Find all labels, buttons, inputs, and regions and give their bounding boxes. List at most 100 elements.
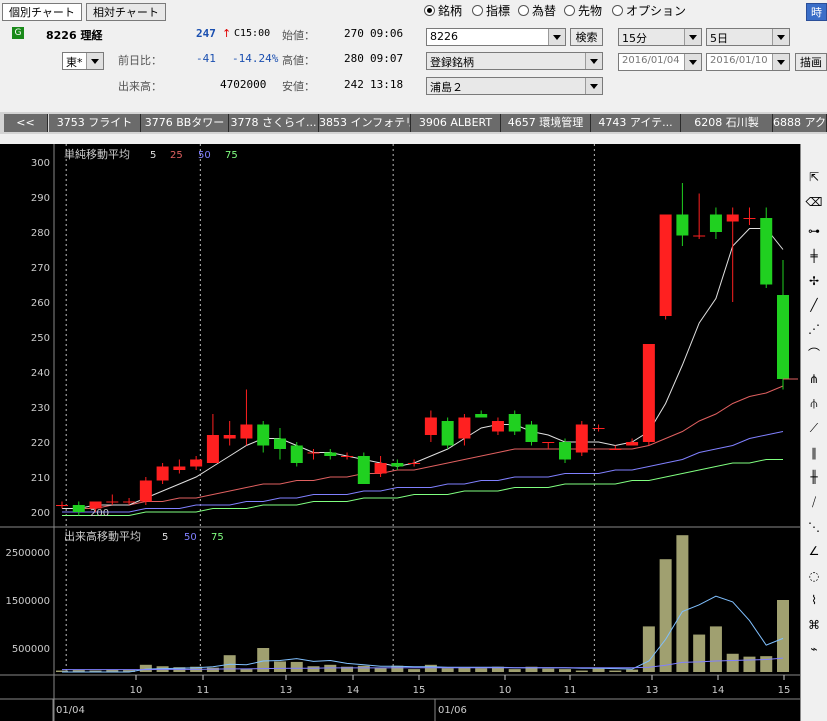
date-to-input[interactable]: 2016/01/10 [706,53,790,71]
harmonic-icon[interactable]: ⌘ [805,616,823,634]
x-tick-label: 15 [413,685,426,696]
ma-legend-label: 25 [170,150,183,161]
price-tick-label: 200 [31,508,50,519]
candle-body [273,438,286,449]
candle-body [458,417,471,439]
candle-body [626,442,639,446]
chevron-down-icon [585,53,602,69]
arc-icon[interactable]: ⌒ [805,345,823,363]
stock-tab[interactable]: 3776 BBタワー [141,114,229,132]
volume-bar [592,668,605,672]
date-from-input[interactable]: 2016/01/04 [618,53,702,71]
candle-body [72,505,85,512]
fan-icon[interactable]: ⋰ [805,320,823,338]
code-input[interactable]: 8226 [426,28,566,46]
candle-body [777,295,789,379]
candle-body [391,463,404,467]
cross-icon[interactable]: ✢ [805,272,823,290]
candle-body [676,214,689,236]
stock-tab[interactable]: 3753 フライト [49,114,141,132]
volume-bar [760,656,773,672]
price-tick-label: 250 [31,333,50,344]
stock-tab[interactable]: 3853 インフォテリ [319,114,411,132]
gann-icon[interactable]: ⟋ [805,419,823,437]
cursor-icon[interactable]: ⇱ [805,168,823,186]
candle-body [56,505,68,506]
volume-bar [458,667,471,672]
cycle-icon[interactable]: ◌ [805,567,823,585]
high-value: 280 [344,52,364,65]
candle-body [290,445,303,463]
current-price: 247 [196,27,216,40]
period-select[interactable]: 5日 [706,28,790,46]
chart-area[interactable]: 200 210 220 230 240 250 260 270 280 290 300 単純移動平均 5… [0,144,800,721]
date-label: 01/04 [56,705,85,716]
gann-fan-icon[interactable]: ⋱ [805,518,823,536]
volume-bar [273,661,286,672]
radio-forex[interactable]: 為替 [518,2,556,18]
chevron-down-icon [772,54,789,70]
pitchfork-icon[interactable]: ⫛ [805,394,823,412]
candle-body [559,442,572,460]
volume-bar [743,656,756,672]
x-tick-label: 13 [646,685,659,696]
exchange-select[interactable]: 東* [62,52,104,70]
candle-body [475,414,488,418]
stock-tab[interactable]: 6888 アク [773,114,827,132]
vline-icon[interactable]: ╪ [805,247,823,265]
time-button[interactable]: 時 [806,3,827,21]
interval-select[interactable]: 15分 [618,28,702,46]
stock-tab[interactable]: 6208 石川製 [681,114,773,132]
wave-icon[interactable]: ⌁ [805,640,823,658]
angle-icon[interactable]: ∠ [805,542,823,560]
candle-body [642,344,655,442]
radio-dot-icon [518,5,529,16]
market-badge: G [12,27,24,39]
volume-bar [709,626,722,672]
volume-panel-title: 出来高移動平均 [64,529,141,543]
radio-futures[interactable]: 先物 [564,2,602,18]
radio-options[interactable]: オプション [612,2,686,18]
registered-select-value: 登録銘柄 [430,56,474,69]
channel-icon[interactable]: ∥ [805,444,823,462]
stock-tab[interactable]: 4657 環境管理 [501,114,591,132]
volume-bar [240,669,253,672]
volume-bar [307,666,320,672]
x-tick-label: 14 [347,685,360,696]
group-select[interactable]: 浦島２ [426,77,603,95]
stock-tab[interactable]: 4743 アイテ... [591,114,681,132]
radio-dot-icon [612,5,623,16]
radio-stock[interactable]: 銘柄 [424,2,462,18]
chevron-down-icon [684,54,701,70]
stock-tab[interactable]: 3778 さくらイ... [229,114,319,132]
volume-bar [575,670,588,672]
volume-bar [508,669,521,672]
fib-time-icon[interactable]: ╫ [805,468,823,486]
registered-select[interactable]: 登録銘柄 [426,52,603,70]
pattern-icon[interactable]: ⌇ [805,591,823,609]
regression-icon[interactable]: ⧸ [805,493,823,511]
price-volume-chart[interactable]: 200 210 220 230 240 250 260 270 280 290 300 単純移動平均 5… [0,144,800,721]
tab-prev-button[interactable]: << [4,114,48,132]
fib-icon[interactable]: ⋔ [805,370,823,388]
volume-bar [626,669,639,672]
low-value: 242 [344,78,364,91]
candle-body [357,456,370,484]
radio-stock-label: 銘柄 [438,4,463,18]
draw-button[interactable]: 描画 [795,53,827,71]
trendline-icon[interactable]: ╱ [805,296,823,314]
volume-bar [676,535,689,672]
radio-dot-icon [564,5,575,16]
chevron-down-icon [548,29,565,45]
tab-relative-chart[interactable]: 相対チャート [86,3,166,21]
volume-ma-legend-label: 75 [211,532,224,543]
tab-individual-chart[interactable]: 個別チャート [2,3,82,21]
candle-body [206,435,219,463]
x-tick-label: 10 [130,685,143,696]
search-button[interactable]: 検索 [570,28,603,46]
hline-icon[interactable]: ⊶ [805,222,823,240]
period-select-value: 5日 [710,32,728,45]
eraser-icon[interactable]: ⌫ [805,193,823,211]
radio-index[interactable]: 指標 [472,2,510,18]
stock-tab[interactable]: 3906 ALBERT [411,114,501,132]
